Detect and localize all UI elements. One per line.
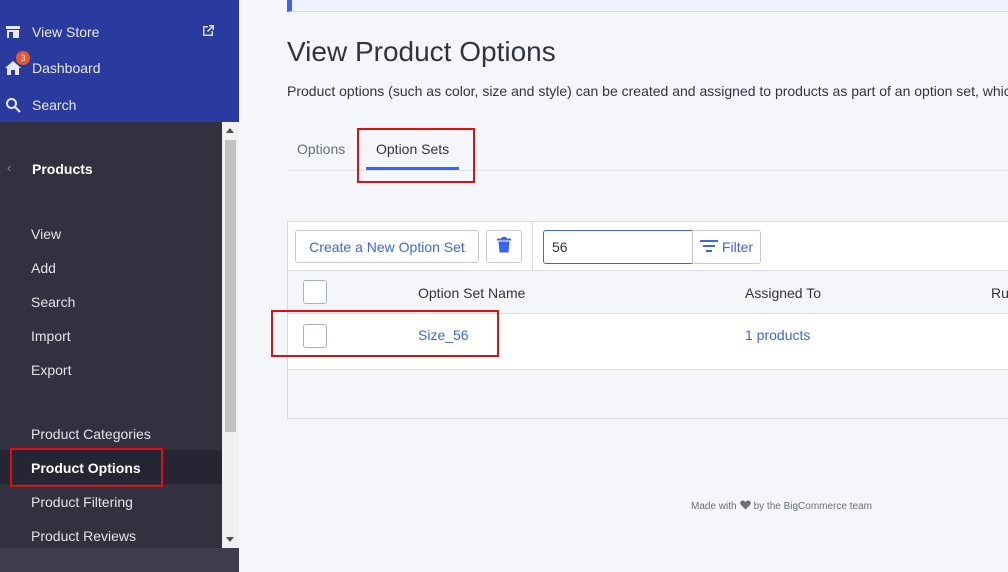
assigned-products-link[interactable]: 1 products (745, 327, 810, 343)
notification-badge: 3 (16, 51, 30, 65)
sidebar-item-view[interactable]: View (31, 226, 61, 242)
footer-credit: Made with by the BigCommerce team (691, 500, 872, 513)
chevron-left-icon[interactable]: ‹ (7, 160, 11, 175)
delete-button[interactable] (486, 230, 522, 263)
column-header-option-set-name[interactable]: Option Set Name (418, 285, 525, 301)
footer-text-before: Made with (691, 501, 737, 512)
dashboard-label: Dashboard (32, 60, 101, 76)
select-all-checkbox[interactable] (303, 280, 327, 304)
view-store-label: View Store (32, 24, 100, 40)
filter-icon (699, 239, 718, 256)
tab-options[interactable]: Options (297, 141, 345, 157)
table-toolbar: Create a New Option Set Filter (288, 222, 1008, 271)
view-store-link[interactable]: View Store (0, 17, 239, 47)
sidebar-item-product-filtering[interactable]: Product Filtering (31, 494, 133, 510)
scroll-up-arrow[interactable] (226, 128, 234, 133)
sidebar-item-search[interactable]: Search (31, 294, 75, 310)
column-header-assigned-to[interactable]: Assigned To (745, 285, 821, 301)
sidebar-item-export[interactable]: Export (31, 362, 71, 378)
filter-label: Filter (721, 239, 754, 255)
sidebar-bottom (0, 548, 239, 572)
highlight-option-set-row (271, 310, 499, 357)
section-title: Products (32, 161, 93, 177)
create-option-set-button[interactable]: Create a New Option Set (295, 230, 479, 263)
home-icon: 3 (4, 51, 30, 77)
scroll-down-arrow[interactable] (226, 537, 234, 542)
filter-button[interactable]: Filter (692, 230, 761, 264)
search-link[interactable]: Search (0, 90, 239, 120)
sidebar-item-product-categories[interactable]: Product Categories (31, 426, 151, 442)
column-header-rules[interactable]: Ru (991, 285, 1008, 301)
sidebar-top-nav: View Store 3 Dashboard Search (0, 0, 239, 122)
heart-icon (739, 500, 751, 513)
dashboard-link[interactable]: 3 Dashboard (0, 51, 239, 83)
trash-icon (497, 237, 511, 256)
page-description: Product options (such as color, size and… (287, 83, 1008, 99)
sidebar-item-import[interactable]: Import (31, 328, 71, 344)
search-label: Search (32, 97, 77, 113)
table-header: Option Set Name Assigned To Ru (288, 271, 1008, 314)
search-icon (4, 96, 22, 114)
sidebar-scrollbar[interactable] (222, 122, 239, 548)
store-icon (4, 23, 22, 41)
info-banner (287, 0, 1008, 12)
page-title: View Product Options (287, 36, 556, 67)
sidebar-item-product-reviews[interactable]: Product Reviews (31, 528, 136, 544)
search-input[interactable] (543, 230, 693, 264)
sidebar-item-add[interactable]: Add (31, 260, 56, 276)
external-link-icon[interactable] (201, 24, 217, 40)
highlight-option-sets-tab (357, 128, 475, 183)
footer-text-after: by the BigCommerce team (753, 501, 872, 512)
highlight-product-options-item (10, 448, 163, 487)
scroll-thumb[interactable] (225, 140, 236, 432)
toolbar-divider (532, 222, 533, 270)
